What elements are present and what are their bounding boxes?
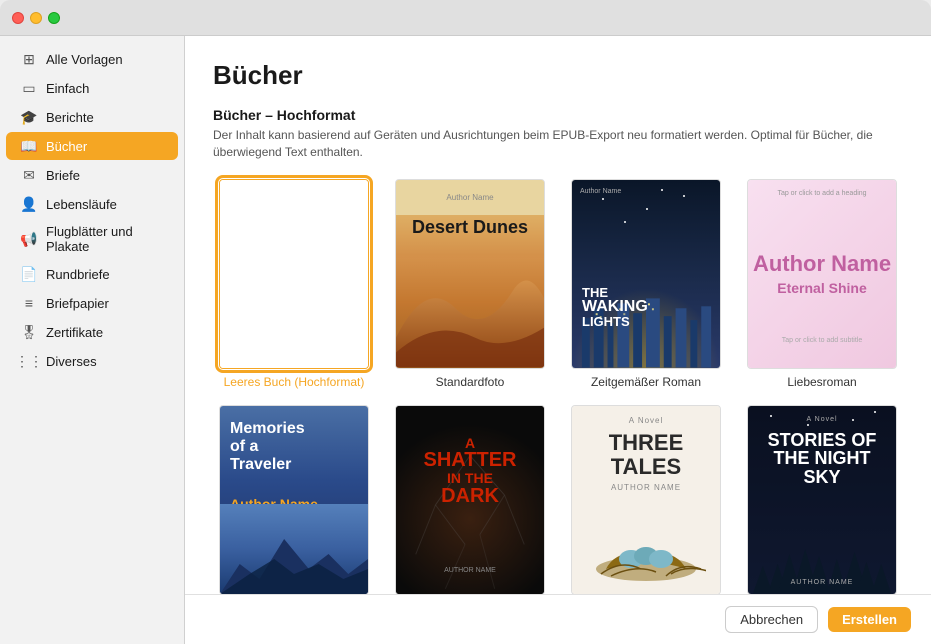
template-cover-shatter[interactable]: A SHATTER IN THE DARK AUTHOR NAME [395, 405, 545, 595]
three-nest [586, 504, 706, 584]
hat-icon: 🎓 [20, 108, 38, 126]
eternal-author-name: Author Name [753, 252, 891, 276]
megaphone-icon: 📢 [20, 230, 38, 248]
waking-title: THE WAKING LIGHTS [582, 286, 648, 328]
three-novel: A Novel [629, 416, 664, 425]
desert-cover: Author Name Desert Dunes [396, 180, 544, 368]
eternal-subtitle: Tap or click to add subtitle [782, 337, 863, 344]
template-item-waking[interactable]: Author Name [565, 179, 727, 389]
shatter-cover: A SHATTER IN THE DARK AUTHOR NAME [396, 406, 544, 594]
memories-title: Memories of a Traveler [230, 420, 305, 475]
sidebar-item-flugblaetter[interactable]: 📢 Flugblätter und Plakate [6, 219, 178, 259]
sidebar-item-diverses[interactable]: ⋮⋮ Diverses [6, 347, 178, 375]
section-title: Bücher – Hochformat [213, 107, 903, 123]
stories-title: STORIES OF THE NIGHT SKY [748, 431, 896, 488]
template-label-waking: Zeitgemäßer Roman [591, 375, 701, 389]
template-cover-desert[interactable]: Author Name Desert Dunes [395, 179, 545, 369]
maximize-button[interactable] [48, 12, 60, 24]
template-label-eternal: Liebesroman [787, 375, 856, 389]
sidebar-item-alle-vorlagen[interactable]: ⊞ Alle Vorlagen [6, 45, 178, 73]
sidebar-item-zertifikate[interactable]: 🎖 Zertifikate [6, 318, 178, 346]
memories-cover: Memories of a Traveler Author Name [220, 406, 368, 594]
template-grid: Leeres Buch (Hochformat) Author Name Des… [213, 179, 903, 644]
sidebar-item-einfach[interactable]: ▭ Einfach [6, 74, 178, 102]
shatter-title: A SHATTER IN THE DARK [396, 436, 544, 507]
sidebar-item-briefe[interactable]: ✉ Briefe [6, 161, 178, 189]
app-body: ⊞ Alle Vorlagen ▭ Einfach 🎓 Berichte 📖 B… [0, 36, 931, 644]
three-cover: A Novel THREE TALES AUTHOR NAME [572, 406, 720, 594]
minimize-button[interactable] [30, 12, 42, 24]
template-cover-blank[interactable] [219, 179, 369, 369]
lines-icon: ≡ [20, 294, 38, 312]
traffic-lights [12, 12, 60, 24]
person-icon: 👤 [20, 195, 38, 213]
template-item-memories[interactable]: Memories of a Traveler Author Name [213, 405, 375, 615]
template-cover-three[interactable]: A Novel THREE TALES AUTHOR NAME [571, 405, 721, 595]
template-label-blank: Leeres Buch (Hochformat) [224, 375, 365, 389]
waking-cover: Author Name [572, 180, 720, 368]
envelope-icon: ✉ [20, 166, 38, 184]
main-content: Bücher Bücher – Hochformat Der Inhalt ka… [185, 36, 931, 644]
three-title: THREE TALES [572, 431, 720, 479]
three-author: AUTHOR NAME [611, 483, 681, 492]
template-cover-waking[interactable]: Author Name [571, 179, 721, 369]
waking-author: Author Name [580, 188, 621, 195]
sidebar-item-berichte[interactable]: 🎓 Berichte [6, 103, 178, 131]
stories-author: AUTHOR NAME [791, 579, 854, 586]
book-icon: 📖 [20, 137, 38, 155]
template-item-blank[interactable]: Leeres Buch (Hochformat) [213, 179, 375, 389]
title-bar [0, 0, 931, 36]
page-title: Bücher [213, 60, 903, 91]
desert-image [396, 258, 544, 368]
desert-title: Desert Dunes [396, 218, 544, 238]
stories-cover: A Novel STORIES OF THE NIGHT SKY [748, 406, 896, 594]
sidebar: ⊞ Alle Vorlagen ▭ Einfach 🎓 Berichte 📖 B… [0, 36, 185, 644]
create-button[interactable]: Erstellen [828, 607, 911, 632]
template-cover-stories[interactable]: A Novel STORIES OF THE NIGHT SKY [747, 405, 897, 595]
grid2-icon: ⋮⋮ [20, 352, 38, 370]
bottom-bar: Abbrechen Erstellen [185, 594, 931, 644]
desert-author: Author Name [396, 180, 544, 215]
template-item-three[interactable]: A Novel THREE TALES AUTHOR NAME [565, 405, 727, 615]
template-label-desert: Standardfoto [436, 375, 505, 389]
stories-novel: A Novel [806, 416, 837, 423]
sidebar-item-buecher[interactable]: 📖 Bücher [6, 132, 178, 160]
template-item-stories[interactable]: A Novel STORIES OF THE NIGHT SKY [741, 405, 903, 615]
template-cover-memories[interactable]: Memories of a Traveler Author Name [219, 405, 369, 595]
shatter-author: AUTHOR NAME [396, 567, 544, 574]
eternal-author-top: Tap or click to add a heading [777, 190, 866, 197]
doc-icon: ▭ [20, 79, 38, 97]
section-desc: Der Inhalt kann basierend auf Geräten un… [213, 127, 903, 161]
roundletter-icon: 📄 [20, 265, 38, 283]
close-button[interactable] [12, 12, 24, 24]
sidebar-item-lebenslaeufe[interactable]: 👤 Lebensläufe [6, 190, 178, 218]
blank-cover [220, 180, 368, 368]
template-item-eternal[interactable]: Tap or click to add a heading Author Nam… [741, 179, 903, 389]
template-item-desert[interactable]: Author Name Desert Dunes [389, 179, 551, 389]
template-item-shatter[interactable]: A SHATTER IN THE DARK AUTHOR NAME Krimin… [389, 405, 551, 615]
eternal-title: Eternal Shine [777, 280, 866, 296]
grid-icon: ⊞ [20, 50, 38, 68]
cancel-button[interactable]: Abbrechen [725, 606, 818, 633]
sidebar-item-rundbriefe[interactable]: 📄 Rundbriefe [6, 260, 178, 288]
template-cover-eternal[interactable]: Tap or click to add a heading Author Nam… [747, 179, 897, 369]
memories-mountain [220, 524, 368, 594]
sidebar-item-briefpapier[interactable]: ≡ Briefpapier [6, 289, 178, 317]
eternal-cover: Tap or click to add a heading Author Nam… [748, 180, 896, 368]
ribbon-icon: 🎖 [20, 323, 38, 341]
